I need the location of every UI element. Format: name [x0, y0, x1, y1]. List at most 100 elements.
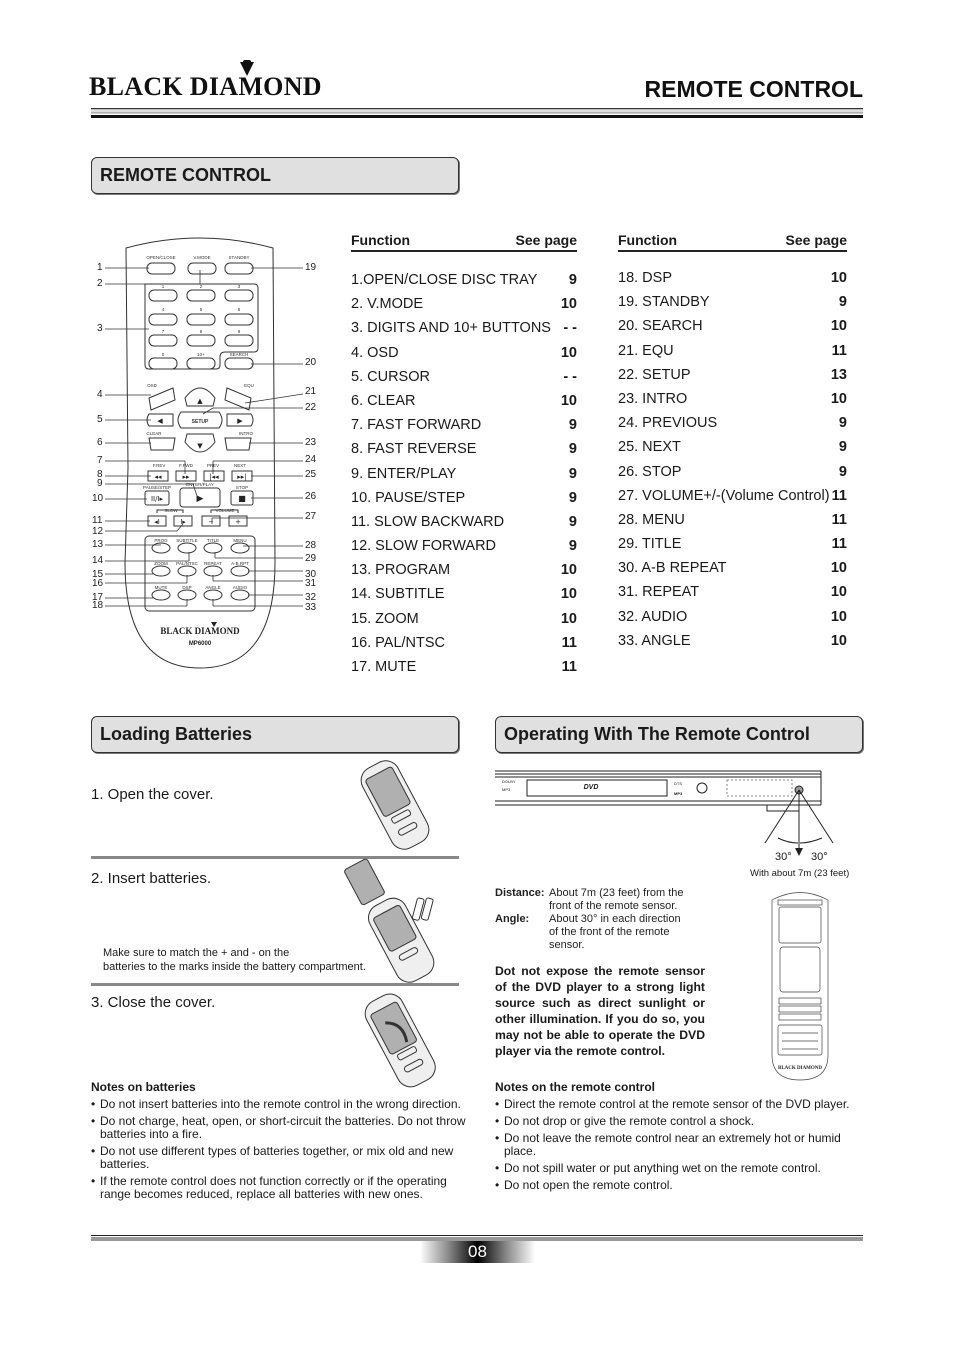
- function-row: 14. SUBTITLE 10: [351, 582, 577, 606]
- small-remote-illustration: BLACK DIAMOND: [771, 892, 829, 1081]
- function-label: 1.OPEN/CLOSE DISC TRAY: [351, 272, 538, 288]
- function-label: 8. FAST REVERSE: [351, 441, 477, 458]
- remote-body: [124, 237, 276, 669]
- function-page: 10: [560, 344, 577, 361]
- function-page: 9: [568, 513, 577, 530]
- remote-note: Do not spill water or put anything wet o…: [495, 1162, 870, 1175]
- function-table-right: Function See page 18. DSP 10 19. STANDBY 9 2…: [618, 232, 847, 653]
- function-row: 30. A-B REPEAT 10: [618, 556, 847, 580]
- function-label: 14. SUBTITLE: [351, 586, 445, 603]
- function-label: 10. PAUSE/STEP: [351, 489, 466, 506]
- function-label: 6. CLEAR: [351, 392, 416, 409]
- svg-text:INTRO: INTRO: [239, 431, 253, 436]
- svg-text:▸▸: ▸▸: [182, 473, 190, 481]
- function-label: 13. PROGRAM: [351, 562, 451, 579]
- remote-model: MP6000: [189, 641, 212, 647]
- battery-note: If the remote control does not function …: [91, 1175, 471, 1201]
- svg-text:SETUP: SETUP: [192, 419, 209, 425]
- callout-11: 11: [92, 515, 103, 526]
- svg-text:MP3: MP3: [502, 787, 511, 792]
- svg-text:F.REV: F.REV: [153, 463, 166, 468]
- svg-text:OSD: OSD: [147, 383, 158, 388]
- function-label: 29. TITLE: [618, 536, 682, 553]
- svg-text:TITLE: TITLE: [207, 538, 219, 543]
- function-label: 9. ENTER/PLAY: [351, 465, 457, 482]
- power-knob: [696, 782, 708, 794]
- function-page: 10: [560, 610, 577, 627]
- function-row: 5. CURSOR - -: [351, 365, 577, 389]
- range-caption: With about 7m (23 feet): [750, 868, 850, 879]
- remote-brand: BLACK DIAMOND: [160, 626, 240, 636]
- function-row: 16. PAL/NTSC 11: [351, 631, 577, 655]
- function-page: 10: [830, 270, 847, 286]
- function-label: 33. ANGLE: [618, 632, 691, 649]
- svg-text:▼: ▼: [197, 442, 203, 450]
- function-page: 11: [561, 634, 577, 651]
- callout-23: 23: [305, 437, 317, 448]
- svg-text:AUDIO: AUDIO: [233, 585, 248, 590]
- svg-text:STOP: STOP: [236, 485, 248, 490]
- function-label: 23. INTRO: [618, 390, 688, 407]
- function-table-left: Function See page 1.OPEN/CLOSE DISC TRAY…: [351, 232, 577, 679]
- svg-text:II/I▸: II/I▸: [151, 495, 164, 503]
- svg-text:A-B RPT: A-B RPT: [231, 561, 249, 566]
- function-label: 26. STOP: [618, 463, 682, 480]
- function-row: 31. REPEAT 10: [618, 580, 847, 604]
- function-page: 9: [568, 538, 577, 555]
- callout-24: 24: [305, 454, 317, 465]
- angle-right-label: 30°: [811, 851, 828, 863]
- callout-2: 2: [97, 278, 103, 289]
- function-page: 10: [560, 296, 577, 313]
- battery-note: Do not charge, heat, open, or short-circ…: [91, 1115, 471, 1141]
- function-label: 19. STANDBY: [618, 294, 710, 311]
- function-row: 11. SLOW BACKWARD 9: [351, 510, 577, 534]
- function-row: 13. PROGRAM 10: [351, 558, 577, 582]
- function-page: 9: [568, 465, 577, 482]
- svg-text:PAL/NTSC: PAL/NTSC: [176, 561, 198, 566]
- function-page: 10: [830, 584, 847, 601]
- function-page: 10: [830, 390, 847, 407]
- function-label: 4. OSD: [351, 344, 399, 361]
- function-page: 10: [830, 632, 847, 649]
- function-row: 25. NEXT 9: [618, 435, 847, 459]
- function-page: 10: [560, 392, 577, 409]
- battery-notes: Notes on batteries Do not insert batteri…: [91, 1080, 471, 1205]
- svg-text:▲: ▲: [197, 397, 203, 405]
- svg-text:REPEAT: REPEAT: [204, 561, 222, 566]
- svg-text:−: −: [208, 518, 214, 526]
- svg-text:▶: ▶: [237, 417, 243, 425]
- svg-text:◂I: ◂I: [154, 518, 160, 526]
- function-row: 23. INTRO 10: [618, 387, 847, 411]
- function-label: 28. MENU: [618, 511, 685, 528]
- function-label: 21. EQU: [618, 342, 674, 359]
- function-row: 3. DIGITS AND 10+ BUTTONS - -: [351, 316, 577, 340]
- battery-note: Do not use different types of batteries …: [91, 1145, 471, 1171]
- function-label: 11. SLOW BACKWARD: [351, 513, 505, 530]
- distance-label: Distance:: [495, 887, 545, 899]
- function-page: 11: [831, 342, 847, 359]
- callout-13: 13: [92, 539, 104, 550]
- function-page: 11: [561, 659, 577, 675]
- svg-text:PAUSE/STEP: PAUSE/STEP: [143, 485, 171, 490]
- see-page-column-header: See page: [515, 232, 577, 248]
- function-page: - -: [563, 368, 577, 385]
- function-label: 20. SEARCH: [618, 318, 703, 335]
- open-cover-illustration: [360, 760, 430, 850]
- callout-25: 25: [305, 469, 317, 480]
- small-remote-brand: BLACK DIAMOND: [778, 1066, 822, 1071]
- function-label: 12. SLOW FORWARD: [351, 538, 497, 555]
- callout-12: 12: [92, 526, 104, 537]
- function-page: 11: [831, 536, 847, 553]
- callout-14: 14: [92, 555, 104, 566]
- function-row: 9. ENTER/PLAY 9: [351, 462, 577, 486]
- callout-31: 31: [305, 578, 317, 589]
- svg-text:ENTER/PLAY: ENTER/PLAY: [186, 482, 214, 487]
- callout-19: 19: [305, 262, 317, 273]
- svg-text:DVD: DVD: [584, 784, 599, 791]
- function-row: 29. TITLE 11: [618, 532, 847, 556]
- function-page: 11: [831, 511, 847, 528]
- range-spec: Distance: About 7m (23 feet) from the fro…: [495, 887, 684, 951]
- function-table-header: Function See page: [351, 232, 577, 252]
- close-cover-illustration: [364, 993, 436, 1088]
- function-page: 9: [568, 272, 577, 288]
